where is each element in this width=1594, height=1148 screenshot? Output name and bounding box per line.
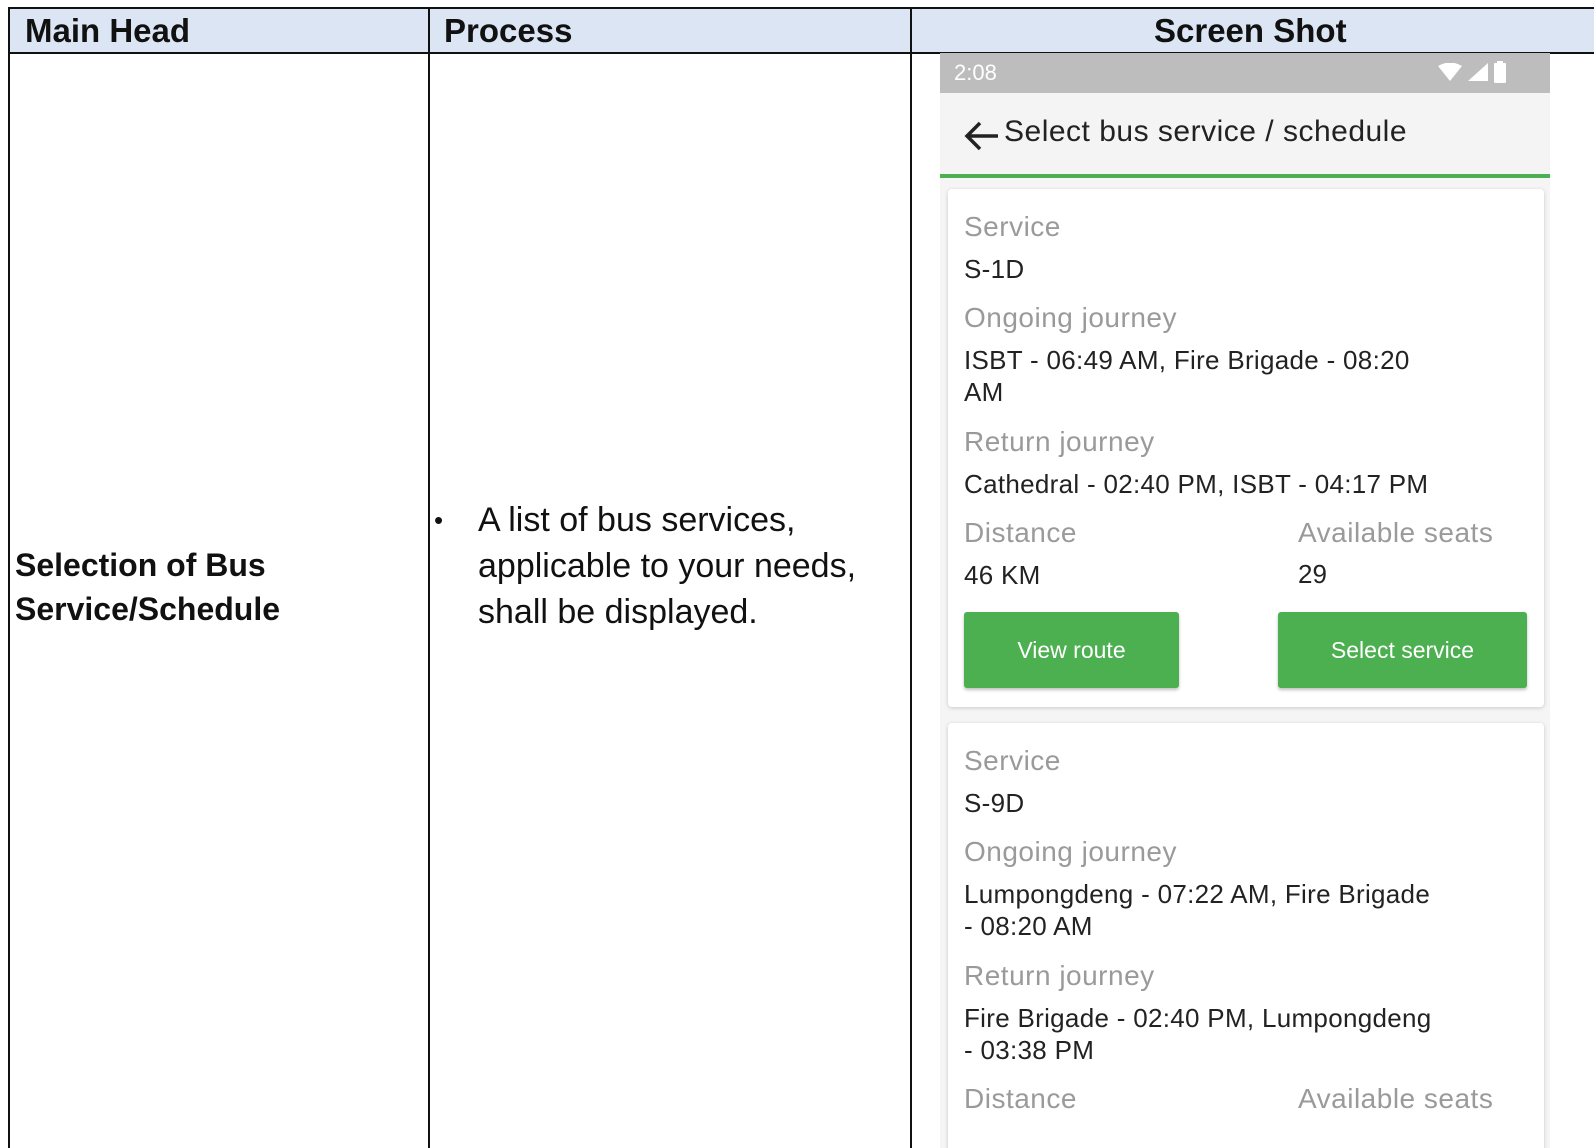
wifi-icon [1438,63,1462,81]
service-label: Service [964,211,1061,242]
process-line: A list of bus services, [478,501,796,539]
header-process: Process [430,9,912,54]
service-card: Service S-9D Ongoing journey Lumpongdeng… [948,723,1544,1148]
service-label: Service [964,745,1061,776]
process-line: applicable to your needs, [478,547,857,585]
distance-label: Distance [964,1083,1077,1114]
process-line: shall be displayed. [478,593,758,631]
signal-icon [1468,63,1488,81]
view-route-button[interactable]: View route [964,612,1179,688]
return-line: Cathedral - 02:40 PM, ISBT - 04:17 PM [964,469,1429,499]
main-head-line: Selection of Bus [15,547,266,583]
seats-value: 29 [1298,559,1327,589]
distance-label: Distance [964,517,1077,548]
process-bullet-item: • A list of bus services, applicable to … [432,497,892,635]
select-service-button[interactable]: Select service [1278,612,1527,688]
battery-icon [1494,61,1506,83]
app-bar: Select bus service / schedule [940,93,1550,178]
ongoing-label: Ongoing journey [964,836,1177,867]
main-head-line: Service/Schedule [15,591,281,627]
main-head-cell: Selection of Bus Service/Schedule [15,543,410,631]
process-cell: • A list of bus services, applicable to … [432,497,892,635]
distance-value: 46 KM [964,560,1041,590]
service-code: S-9D [964,788,1025,818]
seats-label: Available seats [1298,1083,1494,1114]
page-title: Select bus service / schedule [1004,115,1408,148]
status-icons [1438,61,1506,83]
column-divider [910,9,912,1148]
status-bar: 2:08 [940,53,1550,93]
ongoing-line: Lumpongdeng - 07:22 AM, Fire Brigade [964,879,1431,909]
back-arrow-icon[interactable] [964,121,1000,151]
header-main-head: Main Head [10,9,430,54]
column-divider [428,9,430,1148]
seats-label: Available seats [1298,517,1494,548]
return-line: - 03:38 PM [964,1035,1095,1065]
bullet-mark: • [434,505,444,535]
status-time: 2:08 [954,60,997,85]
ongoing-label: Ongoing journey [964,302,1177,333]
service-card: Service S-1D Ongoing journey ISBT - 06:4… [948,189,1544,707]
service-code: S-1D [964,254,1025,284]
return-line: Fire Brigade - 02:40 PM, Lumpongdeng [964,1003,1432,1033]
return-label: Return journey [964,426,1155,457]
ongoing-line: - 08:20 AM [964,911,1093,941]
return-label: Return journey [964,960,1155,991]
header-screen-shot: Screen Shot [912,9,1594,54]
phone-screenshot: 2:08 Select bus service / schedule Servi… [940,53,1550,1148]
ongoing-line: ISBT - 06:49 AM, Fire Brigade - 08:20 [964,345,1410,375]
ongoing-line: AM [964,377,1004,407]
